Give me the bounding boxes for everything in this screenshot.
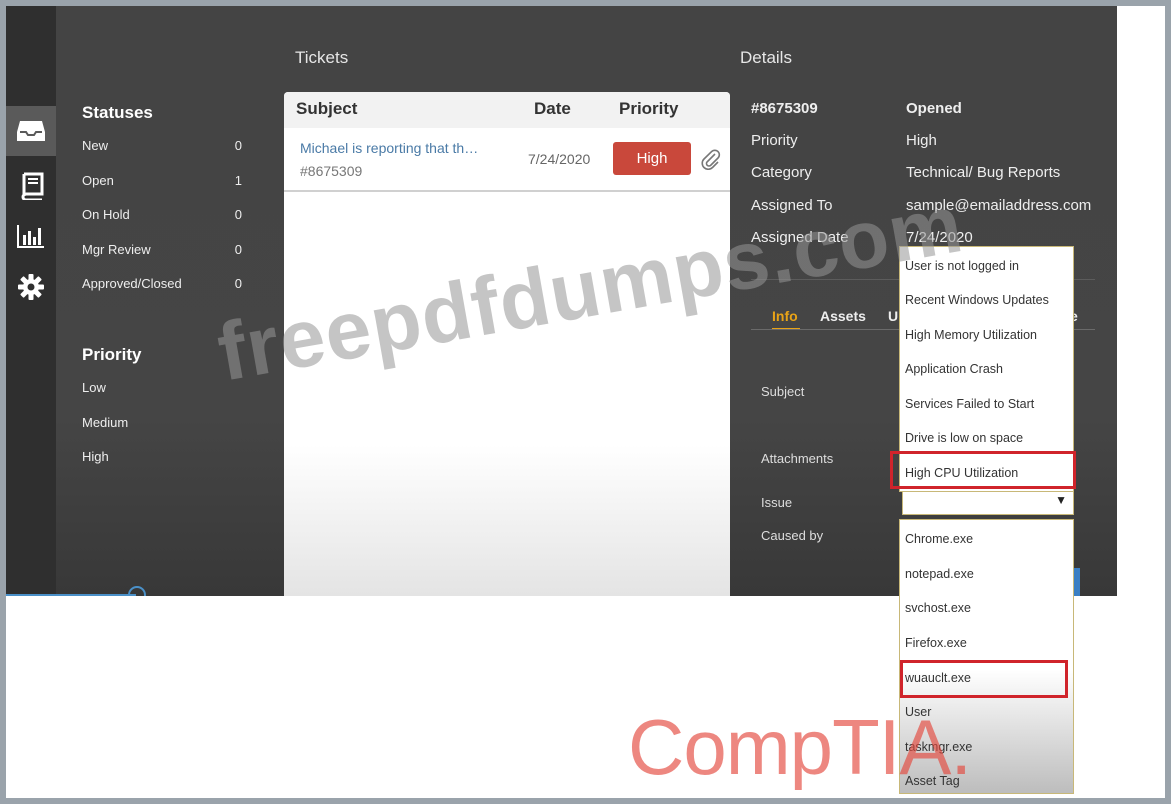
issue-option[interactable]: High Memory Utilization — [905, 328, 1037, 342]
caused-by-label: Caused by — [761, 528, 824, 543]
issue-option[interactable]: Application Crash — [905, 362, 1003, 376]
column-priority[interactable]: Priority — [619, 99, 679, 119]
ticket-id: #8675309 — [300, 163, 363, 179]
issue-label: Issue — [761, 495, 793, 510]
priority-low[interactable]: Low — [82, 380, 242, 395]
priority-heading: Priority — [82, 345, 142, 364]
detail-value: Technical/ Bug Reports — [906, 164, 1061, 181]
attachments-label: Attachments — [761, 451, 834, 466]
status-count: 0 — [234, 138, 242, 153]
comptia-logo: CompTIA. — [628, 703, 972, 791]
status-label: Approved/Closed — [82, 276, 182, 291]
column-date[interactable]: Date — [534, 99, 571, 119]
issue-option[interactable]: Recent Windows Updates — [905, 293, 1049, 307]
status-open[interactable]: Open 1 — [82, 173, 242, 188]
gear-icon[interactable] — [6, 262, 56, 312]
ticket-date: 7/24/2020 — [528, 151, 591, 167]
issue-option[interactable]: Services Failed to Start — [905, 397, 1034, 411]
bar-chart-icon[interactable] — [6, 211, 56, 261]
status-count: 0 — [234, 242, 242, 257]
priority-high[interactable]: High — [82, 449, 242, 464]
screenshot-frame: Statuses New 0 Open 1 On Hold 0 Mgr Review 0… — [6, 6, 1165, 798]
status-mgr-review[interactable]: Mgr Review 0 — [82, 242, 242, 257]
detail-label: Category — [751, 164, 812, 181]
detail-label: Priority — [751, 132, 798, 149]
status-on-hold[interactable]: On Hold 0 — [82, 207, 242, 222]
tickets-title: Tickets — [295, 48, 349, 67]
tab-info[interactable]: Info — [772, 308, 798, 324]
detail-value: High — [906, 132, 937, 149]
tickets-header: Subject Date Priority — [284, 92, 730, 128]
tab-assets[interactable]: Assets — [820, 308, 866, 324]
book-icon[interactable] — [6, 161, 56, 211]
status-label: Open — [82, 173, 114, 188]
status-label: Mgr Review — [82, 242, 151, 257]
details-title: Details — [740, 48, 792, 67]
priority-badge: High — [613, 142, 691, 175]
caused-by-highlight-box — [900, 660, 1068, 698]
column-subject[interactable]: Subject — [296, 99, 357, 119]
issue-highlight-box — [890, 451, 1076, 489]
issue-select[interactable]: ▼ — [902, 489, 1074, 515]
status-count: 0 — [234, 276, 242, 291]
ticket-status: Opened — [906, 100, 962, 117]
caused-by-option[interactable]: svchost.exe — [905, 601, 971, 615]
status-new[interactable]: New 0 — [82, 138, 242, 153]
caused-by-option[interactable]: Firefox.exe — [905, 636, 967, 650]
caused-by-option[interactable]: notepad.exe — [905, 567, 974, 581]
status-count: 0 — [234, 207, 242, 222]
icon-rail — [6, 6, 56, 596]
tab-partial-u[interactable]: U — [888, 308, 898, 324]
ticket-number: #8675309 — [751, 100, 818, 117]
caused-by-option[interactable]: Chrome.exe — [905, 532, 973, 546]
inbox-icon[interactable] — [6, 106, 56, 156]
status-approved-closed[interactable]: Approved/Closed 0 — [82, 276, 242, 291]
priority-medium[interactable]: Medium — [82, 415, 242, 430]
ticket-row[interactable]: Michael is reporting that th… #8675309 7… — [284, 128, 730, 192]
statuses-heading: Statuses — [82, 103, 153, 122]
issue-option[interactable]: Drive is low on space — [905, 431, 1023, 445]
status-count: 1 — [234, 173, 242, 188]
progress-track — [6, 594, 136, 596]
status-label: On Hold — [82, 207, 130, 222]
slider-handle[interactable] — [128, 586, 146, 596]
ticket-subject[interactable]: Michael is reporting that th… — [300, 140, 478, 156]
chevron-down-icon: ▼ — [1055, 493, 1067, 507]
paperclip-icon[interactable] — [701, 148, 721, 175]
status-label: New — [82, 138, 109, 153]
subject-label: Subject — [761, 384, 805, 399]
